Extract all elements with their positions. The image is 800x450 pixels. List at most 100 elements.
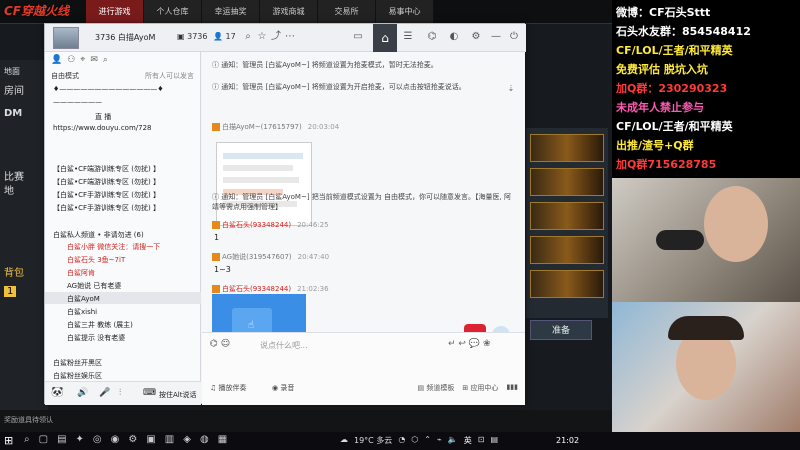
member-row[interactable]: 白鲨小胖 微信关注：请搜一下 [67, 242, 160, 252]
group-icon[interactable]: ⚇ [67, 55, 75, 65]
list-item[interactable]: https://www.douyu.com/728 [53, 124, 152, 132]
more-icon[interactable]: ⋯ [283, 30, 297, 44]
weather-text[interactable]: 19°C 多云 [354, 435, 392, 446]
input-language[interactable]: 英 [464, 435, 472, 446]
sender-name[interactable]: 白鲨石头(93348244) [222, 285, 291, 293]
chat-app-icon[interactable]: ◉ [111, 434, 120, 445]
list-item[interactable]: 【白鲨•CF端游训练专区 (勿扰) 】 [53, 164, 160, 174]
ready-button[interactable]: 准备 [530, 320, 592, 340]
tray-icon[interactable]: ▤ [490, 435, 498, 446]
tray-icon[interactable]: ⬡ [411, 435, 418, 446]
game-nav-exchange[interactable]: 交易所 [318, 0, 376, 24]
member-row[interactable]: AG她说 已有老婆 [67, 281, 121, 291]
avatar[interactable] [53, 27, 79, 49]
app-icon[interactable]: ◈ [183, 434, 191, 445]
member-row[interactable]: 白鲨AyoM [67, 294, 100, 304]
gift-icon [212, 123, 220, 131]
microphone-icon[interactable]: 🎤 [99, 388, 110, 398]
user-icon[interactable]: 👤 [51, 55, 62, 65]
game-icon[interactable]: ✦ [76, 434, 84, 445]
folder-icon[interactable]: ▤ [57, 434, 66, 445]
document-icon[interactable]: ☰ [401, 30, 415, 44]
member-row[interactable]: 白鲨xishi [67, 307, 97, 317]
sender-name[interactable]: 白鲨石头(93348244) [222, 221, 291, 229]
tray-icon[interactable]: ⊡ [478, 435, 485, 446]
search-icon[interactable]: ⌕ [103, 55, 108, 65]
app-icon[interactable]: ▣ [146, 434, 155, 445]
list-item[interactable]: 【白鲨•CF手游训练专区 (勿扰) 】 [53, 190, 160, 200]
sender-name[interactable]: AG她说(319547607) [222, 253, 292, 261]
list-item[interactable]: ——————— [53, 98, 102, 106]
reply-icon[interactable]: ↩ [458, 339, 466, 349]
taskbar-clock[interactable]: 21:02 [556, 436, 579, 445]
webcam-feed [612, 302, 800, 432]
network-icon[interactable]: ⌁ [437, 435, 442, 446]
sender-name[interactable]: 白描AyoM~(17615797) [222, 123, 302, 131]
app-center-button[interactable]: ⊞ 应用中心 [462, 383, 498, 393]
send-icon[interactable]: ↵ [448, 339, 456, 349]
task-view-icon[interactable]: ▢ [39, 434, 48, 445]
game-nav-lottery[interactable]: 幸运抽奖 [202, 0, 260, 24]
app-icon[interactable]: ◍ [200, 434, 209, 445]
composer-actions: ↵ ↩ 💬 ❀ [448, 339, 490, 349]
app-icon[interactable]: ▦ [218, 434, 227, 445]
list-item[interactable]: 白鲨粉丝娱乐区 [53, 371, 102, 381]
equalizer-icon[interactable]: ⫶ [119, 388, 121, 398]
windows-start-icon[interactable]: ⊞ [4, 434, 13, 447]
settings-icon[interactable]: ⚙ [128, 434, 137, 445]
home-icon[interactable]: ⌂ [373, 24, 397, 52]
chat-bubble-icon[interactable]: 💬 [469, 339, 480, 349]
minimize-icon[interactable]: — [489, 30, 503, 44]
settings-icon[interactable]: ⚙ [469, 30, 483, 44]
emoji-icon[interactable]: ☺ [221, 339, 230, 349]
power-icon[interactable]: ⏻ [507, 30, 521, 44]
image-attachment[interactable] [216, 142, 312, 226]
share-icon[interactable]: ⤴ [269, 30, 283, 44]
weather-icon[interactable]: ☁ [340, 435, 348, 446]
list-item[interactable]: 【白鲨•CF手游训练专区 (勿扰) 】 [53, 203, 160, 213]
gamepad-icon[interactable]: ⌬ [425, 30, 439, 44]
tray-icon[interactable]: ⌃ [424, 435, 431, 446]
game-nav-events[interactable]: 易事中心 [376, 0, 434, 24]
chat-icon[interactable]: ✉ [90, 55, 98, 65]
video-icon[interactable]: ▭ [351, 30, 365, 44]
message-input[interactable] [260, 338, 440, 352]
list-item[interactable]: 直 播 [95, 112, 111, 122]
volume-icon[interactable]: 🔈 [448, 435, 458, 446]
list-item[interactable]: 白鲨私人频道 • 非请勿进 (6) [53, 230, 144, 240]
app-icon[interactable]: ▥ [165, 434, 174, 445]
member-row[interactable]: 白鲨阿肯 [67, 268, 95, 278]
member-row[interactable]: 白鲨石头 3鱼~7iT [67, 255, 125, 265]
list-item[interactable]: 白鲨粉丝开黑区 [53, 358, 102, 368]
template-button[interactable]: ▤ 频道模板 [418, 383, 455, 393]
panda-icon[interactable]: 🐼 [51, 387, 63, 398]
game-logo: CF穿越火线 [4, 4, 70, 18]
member-row[interactable]: 白鲨提示 没有老婆 [67, 333, 125, 343]
search-icon[interactable]: ⌕ [24, 434, 30, 445]
list-item[interactable]: 【白鲨•CF端游训练专区 (勿扰) 】 [53, 177, 160, 187]
search-icon[interactable]: ⌕ [241, 30, 255, 44]
overlay-line: 微博：CF石头Sttt [616, 6, 711, 19]
mic-mode-label[interactable]: 按住Alt说话 [159, 390, 196, 400]
chat-window: 3736 白描AyoM ▣ 3736 👤 17 ⌕ ☆ ⤴ ⋯ ▭ ⌂ ☰ ⌬ … [44, 23, 526, 405]
keyboard-icon[interactable]: ⌨ [143, 388, 156, 398]
browser-icon[interactable]: ◎ [93, 434, 102, 445]
star-icon[interactable]: ☆ [255, 30, 269, 44]
tray-icon[interactable]: ◔ [398, 435, 405, 446]
gamepad-icon[interactable]: ⌬ [210, 339, 218, 349]
list-item[interactable]: ♦——————————————♦ [53, 85, 164, 93]
member-row[interactable]: 白鲨三井 教练 (展主) [67, 320, 133, 330]
speaker-icon[interactable]: 🔊 [77, 388, 88, 398]
game-nav-inventory[interactable]: 个人仓库 [144, 0, 202, 24]
channel-mode[interactable]: 自由模式 [51, 71, 79, 81]
accompany-button[interactable]: ♫ 播放伴奏 [210, 383, 247, 393]
game-bottom-bar [0, 410, 612, 432]
flower-icon[interactable]: ❀ [483, 339, 491, 349]
record-button[interactable]: ◉ 录音 [272, 383, 294, 393]
game-nav-play[interactable]: 进行游戏 [86, 0, 144, 24]
streamer-face [704, 186, 768, 262]
game-nav-shop[interactable]: 游戏商城 [260, 0, 318, 24]
toggle-icon[interactable]: ◐ [447, 30, 461, 44]
location-icon[interactable]: ⌖ [80, 55, 85, 65]
speak-permission: 所有人可以发言 [145, 72, 194, 80]
